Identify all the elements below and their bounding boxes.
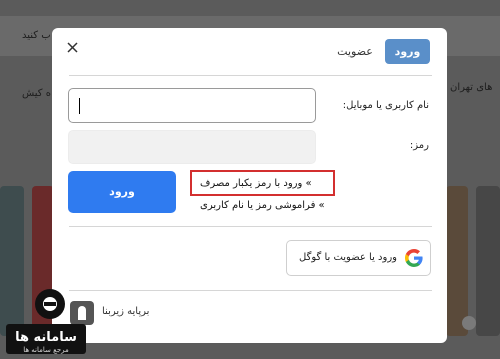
- divider: [69, 75, 432, 76]
- background-menu-text-right: های تهران: [450, 82, 493, 93]
- background-arrow: [462, 316, 476, 330]
- brand-text: برپایه زیربنا: [102, 306, 150, 317]
- watermark-logo: سامانه ها مرجع سامانه ها: [6, 289, 86, 354]
- forgot-password-link[interactable]: » فراموشی رمز یا نام کاربری: [200, 200, 325, 211]
- login-modal: ورود عضویت نام کاربری یا موبایل: رمز: ور…: [52, 28, 447, 343]
- background-topbar-text: ب کنید: [22, 30, 51, 41]
- divider: [69, 226, 432, 227]
- background-card: [446, 186, 468, 336]
- google-login-button[interactable]: ورود یا عضویت با گوگل: [286, 240, 431, 276]
- tab-signup[interactable]: عضویت: [335, 39, 375, 64]
- tab-login[interactable]: ورود: [385, 39, 430, 64]
- text-caret: [79, 98, 80, 114]
- google-icon: [405, 249, 423, 267]
- username-field[interactable]: [68, 88, 316, 123]
- password-label: رمز:: [409, 140, 429, 151]
- background-menu-text-left: ه کیش: [22, 88, 51, 99]
- background-card: [476, 186, 500, 336]
- password-field[interactable]: [68, 130, 316, 164]
- highlight-box: [190, 170, 335, 196]
- close-button[interactable]: [66, 41, 80, 55]
- divider: [69, 290, 432, 291]
- watermark-title: سامانه ها: [15, 330, 77, 345]
- google-login-label: ورود یا عضویت با گوگل: [299, 252, 397, 263]
- login-submit-button[interactable]: ورود: [68, 171, 176, 213]
- close-icon: [67, 42, 78, 53]
- watermark-subtitle: مرجع سامانه ها: [23, 346, 69, 354]
- username-label: نام کاربری یا موبایل:: [342, 100, 429, 111]
